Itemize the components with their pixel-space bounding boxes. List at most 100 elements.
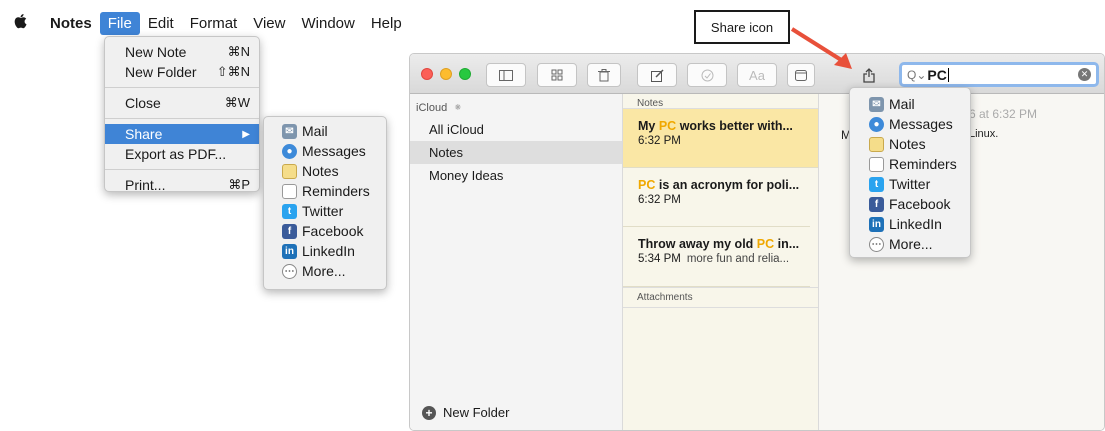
note-text-fragment: Linux. [969,128,999,140]
share-item-notes[interactable]: Notes [282,161,386,181]
note-title: PC is an acronym for poli... [638,178,800,192]
notes-icon [869,136,884,152]
plus-icon: + [422,405,436,420]
checkmark-circle-icon [701,69,713,81]
format-menu[interactable]: Format [182,12,246,35]
share-item-twitter[interactable]: t Twitter [282,201,386,221]
menu-item-share[interactable]: Share ▶ [105,124,259,144]
share-icon [863,67,875,83]
submenu-arrow-icon: ▶ [242,128,250,140]
note-list-item[interactable]: Throw away my old PC in... 5:34 PM more f… [623,227,810,287]
close-window-button[interactable] [421,68,433,80]
menu-item-new-folder[interactable]: New Folder ⇧⌘N [105,62,259,82]
new-note-button[interactable] [637,63,677,87]
share-item-label: Messages [889,116,953,132]
file-dropdown-menu: New Note ⌘N New Folder ⇧⌘N Close ⌘W Shar… [104,36,260,195]
sidebar-item-notes[interactable]: Notes [410,141,622,164]
menu-item-label: Print... [125,177,166,193]
share-item-twitter[interactable]: t Twitter [869,174,970,194]
menu-item-new-note[interactable]: New Note ⌘N [105,42,259,62]
share-item-linkedin[interactable]: in LinkedIn [869,214,970,234]
sidebar-item-all-icloud[interactable]: All iCloud [410,118,622,141]
menu-separator [105,118,259,119]
note-meta: 5:34 PM more fun and relia... [638,253,810,265]
share-item-notes[interactable]: Notes [869,134,970,154]
menu-item-close[interactable]: Close ⌘W [105,93,259,113]
checklist-button[interactable] [687,63,727,87]
toggle-sidebar-button[interactable] [486,63,526,87]
file-menu[interactable]: File [99,11,140,35]
shortcut-label: ⇧⌘N [216,64,250,79]
share-item-more[interactable]: ⋯ More... [869,234,970,254]
note-meta: 6:32 PM [638,194,810,206]
delete-note-button[interactable] [587,63,621,87]
view-menu[interactable]: View [245,12,293,35]
share-item-mail[interactable]: ✉ Mail [869,94,970,114]
format-text-button[interactable]: Aa [737,63,777,87]
reminders-icon [869,156,884,172]
share-submenu: ✉ Mail ● Messages Notes Reminders t Twitter… [263,116,387,290]
share-item-facebook[interactable]: f Facebook [282,221,386,241]
apple-menu-icon[interactable] [0,10,42,37]
share-item-messages[interactable]: ● Messages [282,141,386,161]
sidebar-section-header: iCloud ⁕ [410,94,622,118]
menu-item-label: New Note [125,44,187,60]
attachments-browser-button[interactable] [537,63,577,87]
menu-item-export-pdf[interactable]: Export as PDF... [105,144,259,164]
text-format-icon: Aa [749,67,765,83]
menu-bar: Notes File Edit Format View Window Help [0,8,402,38]
facebook-icon: f [869,196,884,212]
share-item-label: Facebook [889,196,951,212]
help-menu[interactable]: Help [363,12,410,35]
note-title: My PC works better with... [638,119,793,133]
notes-window: Aa Q⌄ PC ✕ iCloud ⁕ All iCloud Notes Mon… [409,53,1105,431]
share-item-label: More... [889,236,933,252]
linkedin-icon: in [869,216,884,232]
note-list-item[interactable]: PC is an acronym for poli... 6:32 PM [623,168,810,227]
notes-list: Notes My PC works better with... 6:32 PM… [623,94,819,430]
window-menu[interactable]: Window [293,12,362,35]
share-item-linkedin[interactable]: in LinkedIn [282,241,386,261]
compose-icon [650,68,664,82]
new-folder-button[interactable]: + New Folder [422,405,509,420]
share-item-label: Reminders [889,156,957,172]
search-input[interactable]: Q⌄ PC ✕ [899,62,1099,87]
share-item-messages[interactable]: ● Messages [869,114,970,134]
menu-separator [105,87,259,88]
share-item-facebook[interactable]: f Facebook [869,194,970,214]
share-item-more[interactable]: ⋯ More... [282,261,386,281]
share-item-reminders[interactable]: Reminders [869,154,970,174]
share-item-label: Twitter [889,176,931,192]
toolbar: Aa Q⌄ PC ✕ [410,54,1104,94]
share-item-label: More... [302,263,346,279]
shortcut-label: ⌘N [227,44,250,59]
app-name-menu[interactable]: Notes [42,12,100,35]
minimize-window-button[interactable] [440,68,452,80]
note-meta: 6:32 PM [638,135,818,147]
attachments-section-header: Attachments [623,287,818,308]
note-preview: more fun and relia... [686,253,790,265]
menu-item-print[interactable]: Print... ⌘P [105,175,259,195]
share-item-label: Reminders [302,183,370,199]
share-item-reminders[interactable]: Reminders [282,181,386,201]
note-list-item[interactable]: My PC works better with... 6:32 PM [623,109,818,168]
share-item-mail[interactable]: ✉ Mail [282,121,386,141]
edit-menu[interactable]: Edit [140,12,182,35]
facebook-icon: f [282,223,297,239]
sidebar-header-label: iCloud [416,102,448,114]
linkedin-icon: in [282,243,297,259]
new-folder-label: New Folder [443,405,510,420]
share-item-label: Messages [302,143,366,159]
zoom-window-button[interactable] [459,68,471,80]
share-item-label: LinkedIn [302,243,355,259]
sidebar-item-money-ideas[interactable]: Money Ideas [410,164,622,187]
sidebar-icon [499,69,513,81]
clear-search-icon[interactable]: ✕ [1078,68,1091,81]
sync-spinner-icon: ⁕ [453,102,463,114]
menu-item-label: New Folder [125,64,197,80]
messages-icon: ● [869,116,884,132]
search-match-highlight: PC [638,178,656,192]
share-item-label: Twitter [302,203,344,219]
note-date-fragment: 6 at 6:32 PM [969,107,1038,121]
trash-icon [598,68,610,81]
